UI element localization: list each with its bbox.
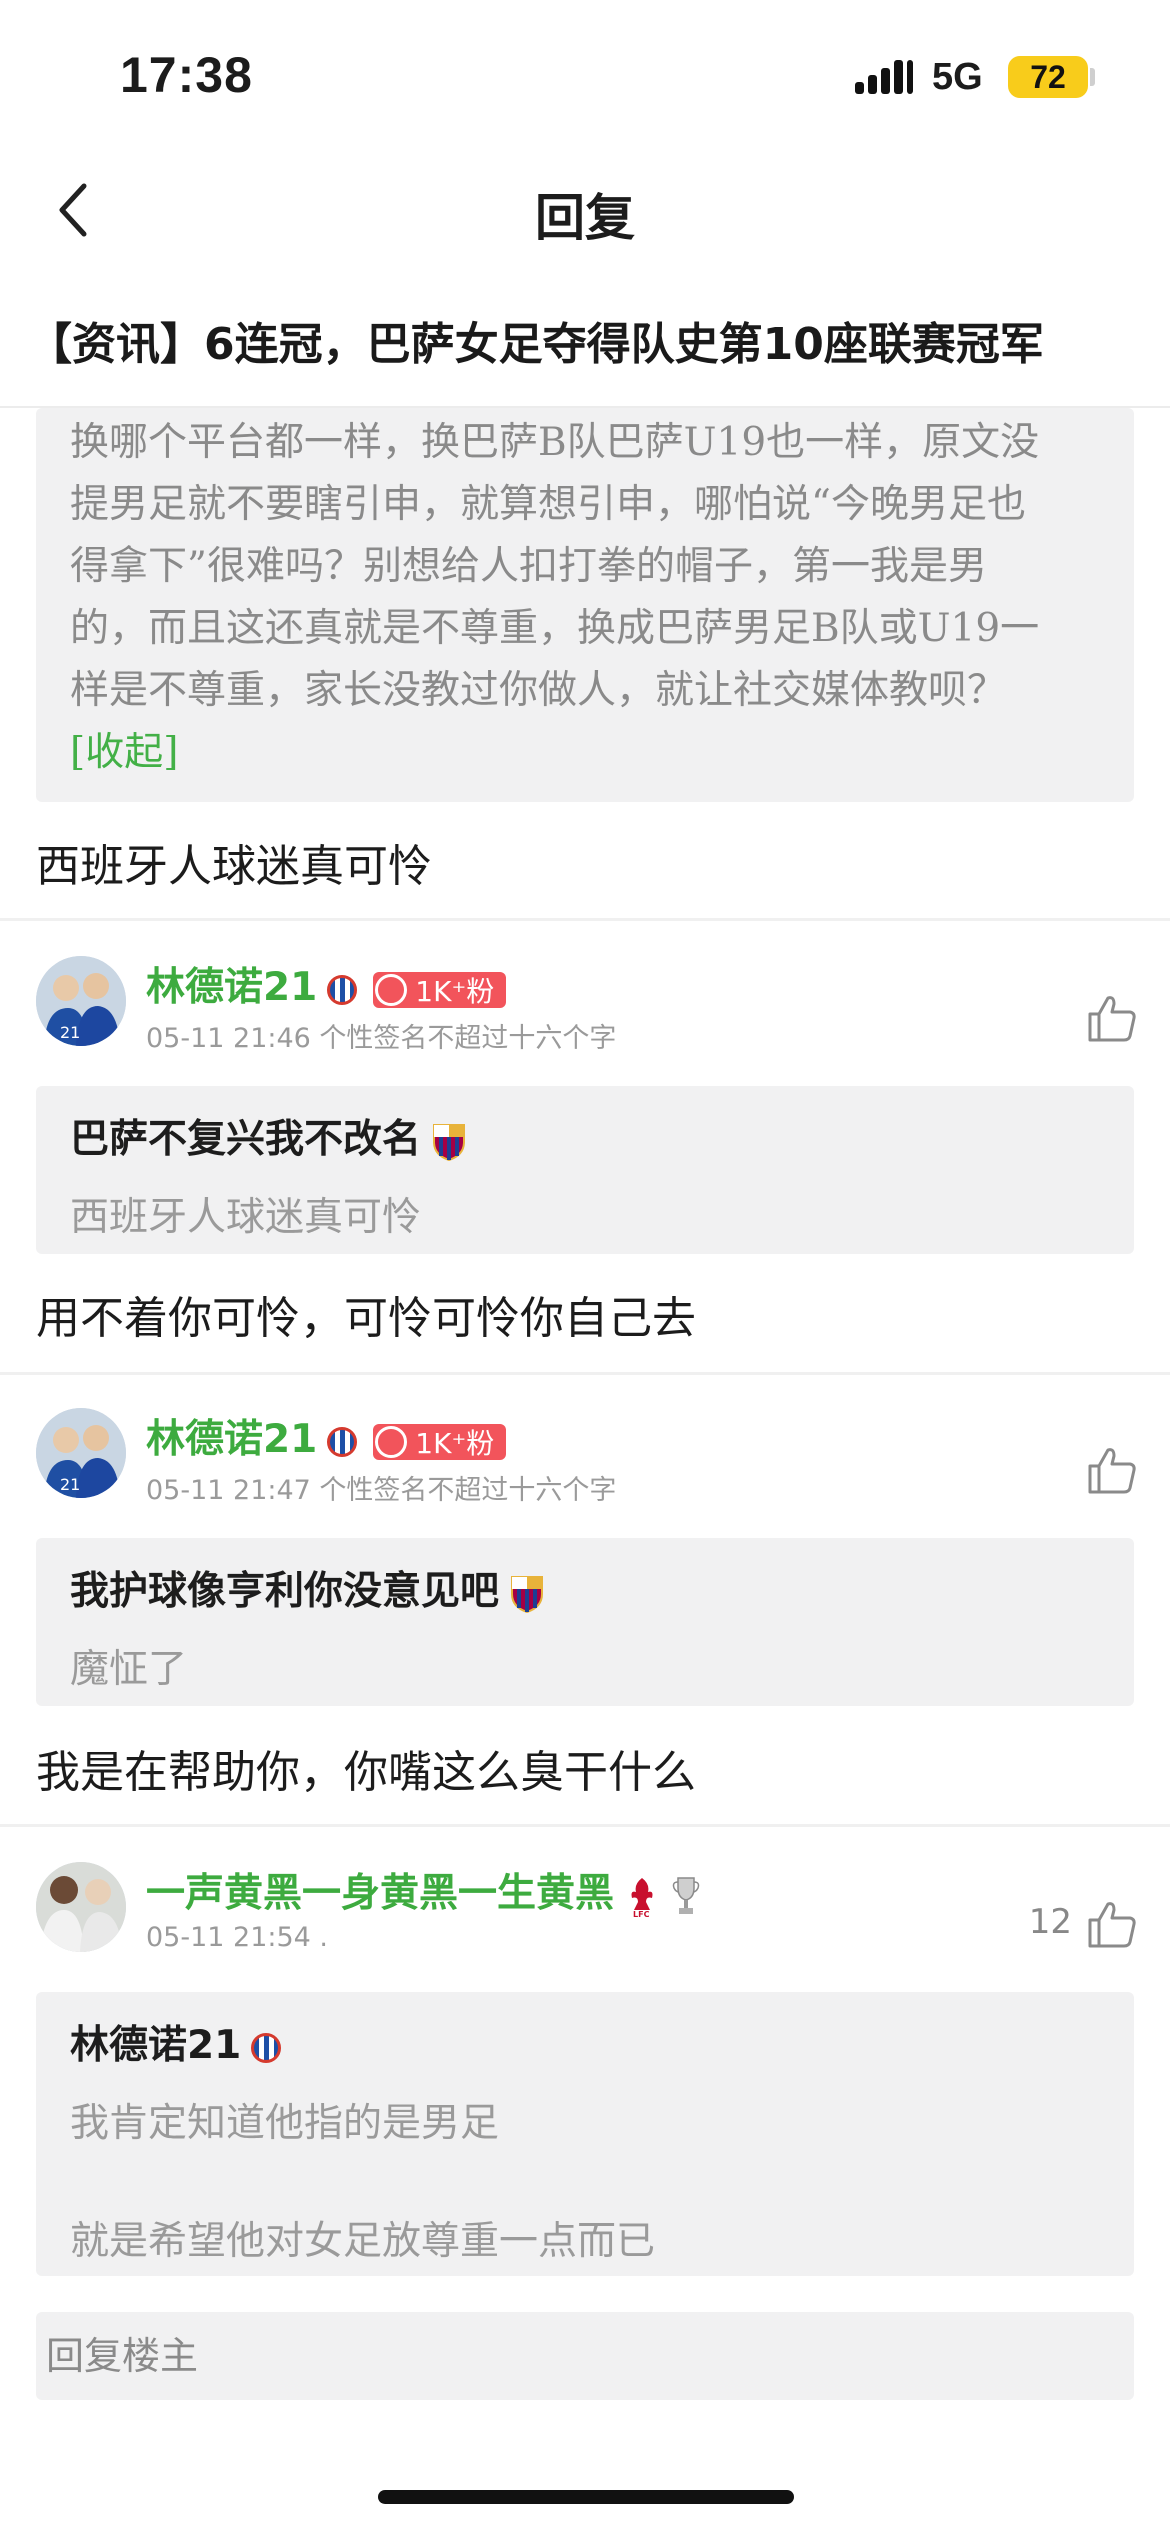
barcelona-crest-icon [433, 1123, 466, 1161]
liverpool-crest-icon: LFC [631, 1877, 653, 1919]
quoted-comment: 我护球像亨利你没意见吧 魔怔了 [36, 1538, 1134, 1706]
espanyol-badge-icon [327, 1426, 358, 1457]
battery-level: 72 [1008, 56, 1088, 98]
avatar-photo-icon [36, 1862, 126, 1952]
thumbs-up-icon[interactable] [1086, 1898, 1138, 1950]
username-text: 林德诺21 [146, 1417, 318, 1462]
comment-header: 一声黄黑一身黄黑一生黄黑 LFC 05-11 21:54 . 12 [0, 1862, 1170, 1972]
quote-author-text: 巴萨不复兴我不改名 [70, 1117, 422, 1162]
fans-badge: 1K⁺粉 [373, 1423, 507, 1460]
battery-cap [1090, 68, 1095, 86]
divider [0, 1824, 1170, 1827]
espanyol-badge-icon [251, 2032, 282, 2063]
quoted-comment: 巴萨不复兴我不改名 西班牙人球迷真可怜 [36, 1086, 1134, 1254]
quote-line: 的，而且这还真就是不尊重，换成巴萨男足B队或U19一 [70, 606, 1040, 651]
avatar-photo-icon: 21 [36, 1408, 126, 1498]
quote-author-text: 林德诺21 [70, 2023, 242, 2068]
comment-header: 21 林德诺21 1K⁺粉 05-11 21:47 个性签名不超过十六个字 [0, 1408, 1170, 1518]
article-title[interactable]: 【资讯】6连冠，巴萨女足夺得队史第10座联赛冠军 [28, 308, 1044, 372]
espanyol-badge-icon [327, 974, 358, 1005]
trophy-icon [672, 1876, 700, 1914]
username[interactable]: 林德诺21 1K⁺粉 [146, 1408, 507, 1464]
reply-op-input[interactable]: 回复楼主 [36, 2312, 1134, 2400]
quote-line: 得拿下”很难吗？别想给人扣打拳的帽子，第一我是男 [70, 544, 987, 589]
fans-badge: 1K⁺粉 [373, 971, 507, 1008]
comment-header: 21 林德诺21 1K⁺粉 05-11 21:46 个性签名不超过十六个字 [0, 956, 1170, 1066]
fans-count: 1K⁺粉 [415, 974, 495, 1008]
avatar-photo-icon: 21 [36, 956, 126, 1046]
username[interactable]: 林德诺21 1K⁺粉 [146, 956, 507, 1012]
quote-author-text: 我护球像亨利你没意见吧 [70, 1569, 500, 1614]
nav-bar: 回复 [0, 150, 1170, 270]
comment-meta: 05-11 21:46 个性签名不超过十六个字 [146, 1023, 617, 1054]
expanded-quote: 换哪个平台都一样，换巴萨B队巴萨U19也一样，原文没 提男足就不要瞎引申，就算想… [36, 408, 1134, 802]
status-time: 17:38 [120, 47, 253, 103]
divider [0, 1372, 1170, 1375]
status-bar: 17:38 5G 72 [0, 0, 1170, 150]
quote-author: 我护球像亨利你没意见吧 [70, 1560, 1100, 1616]
quote-text: 我肯定知道他指的是男足 [70, 2101, 500, 2146]
quote-author: 林德诺21 [70, 2014, 1100, 2070]
avatar[interactable]: 21 [36, 1408, 126, 1498]
collapse-link[interactable]: [收起] [70, 722, 1100, 784]
avatar[interactable]: 21 [36, 956, 126, 1046]
username-text: 林德诺21 [146, 965, 318, 1010]
quote-line: 样是不尊重，家长没教过你做人，就让社交媒体教呗？ [70, 668, 1007, 713]
fans-count: 1K⁺粉 [415, 1426, 495, 1460]
comment-meta: 05-11 21:47 个性签名不超过十六个字 [146, 1475, 617, 1506]
user-icon [375, 973, 408, 1006]
home-indicator [378, 2490, 794, 2504]
username[interactable]: 一声黄黑一身黄黑一生黄黑 LFC [146, 1862, 702, 1919]
quote-text: 魔怔了 [70, 1647, 188, 1692]
quoted-comment: 林德诺21 我肯定知道他指的是男足 就是希望他对女足放尊重一点而已 [36, 1992, 1134, 2276]
reply-text: 西班牙人球迷真可怜 [36, 841, 432, 892]
avatar[interactable] [36, 1862, 126, 1952]
page-title: 回复 [535, 189, 635, 247]
quote-text: 就是希望他对女足放尊重一点而已 [70, 2219, 656, 2264]
svg-text:21: 21 [60, 1023, 80, 1042]
svg-text:21: 21 [60, 1475, 80, 1494]
comment-meta: 05-11 21:54 . [146, 1922, 329, 1953]
user-icon [375, 1425, 408, 1458]
quote-line: 提男足就不要瞎引申，就算想引申，哪怕说“今晚男足也 [70, 482, 1026, 527]
divider [0, 918, 1170, 921]
thumbs-up-icon[interactable] [1086, 992, 1138, 1044]
quote-text: 西班牙人球迷真可怜 [70, 1195, 422, 1240]
like-count: 12 [1028, 1902, 1072, 1942]
svg-text:LFC: LFC [633, 1910, 650, 1918]
network-type: 5G [932, 56, 983, 98]
barcelona-crest-icon [511, 1575, 544, 1613]
quote-author: 巴萨不复兴我不改名 [70, 1108, 1100, 1164]
quote-line: 换哪个平台都一样，换巴萨B队巴萨U19也一样，原文没 [70, 420, 1040, 465]
reply-text: 用不着你可怜，可怜可怜你自己去 [36, 1293, 696, 1344]
signal-icon [855, 60, 913, 94]
thumbs-up-icon[interactable] [1086, 1444, 1138, 1496]
username-text: 一声黄黑一身黄黑一生黄黑 [146, 1871, 615, 1916]
reply-text: 我是在帮助你，你嘴这么臭干什么 [36, 1747, 696, 1798]
